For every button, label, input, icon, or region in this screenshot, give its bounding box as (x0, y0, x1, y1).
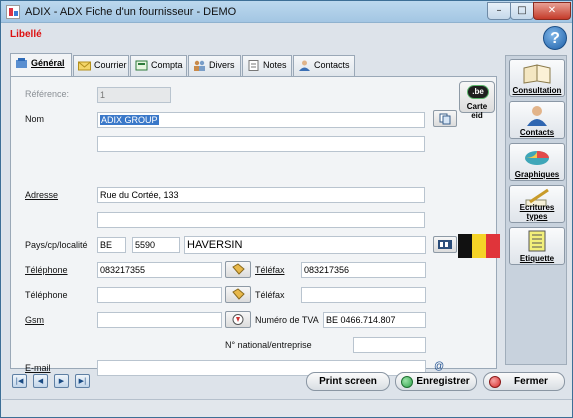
nom-field[interactable]: ADIX GROUP (97, 112, 425, 128)
close-status-icon (489, 376, 501, 388)
help-icon[interactable]: ? (543, 26, 567, 50)
status-bar (2, 399, 572, 417)
window-title: ADIX - ADX Fiche d'un fournisseur - DEMO (25, 6, 237, 18)
general-icon (16, 58, 27, 68)
application-window: ADIX - ADX Fiche d'un fournisseur - DEMO… (0, 0, 573, 418)
label-sheet-icon (528, 230, 546, 252)
pie-chart-icon (525, 151, 549, 165)
copy-icon (439, 113, 451, 125)
maximize-button[interactable]: □ (510, 2, 534, 20)
sidebar-item-label: Contacts (519, 128, 555, 137)
call-telephone2-button[interactable] (225, 286, 251, 303)
tab-divers[interactable]: Divers (188, 55, 241, 76)
person-icon (527, 106, 547, 126)
save-button-label: Enregistrer (416, 376, 470, 387)
general-panel: Référence: 1 Nom ADIX GROUP .be Carte ei… (10, 76, 500, 376)
contacts-icon (299, 60, 310, 71)
sidebar-item-label: Ecritures types (519, 203, 555, 221)
sidebar-item-label: Consultation (512, 86, 562, 95)
notes-icon (248, 60, 259, 71)
first-record-button[interactable]: |◀ (12, 374, 27, 388)
telefax2-label: Téléfax (255, 290, 285, 300)
sidebar-item-etiquette[interactable]: Etiquette (509, 227, 565, 265)
tab-contacts[interactable]: Contacts (293, 55, 355, 76)
sidebar-item-consultation[interactable]: Consultation (509, 59, 565, 97)
tab-label: Notes (263, 60, 287, 70)
print-screen-button[interactable]: Print screen (306, 372, 390, 391)
nom2-field[interactable] (97, 136, 425, 152)
close-button[interactable]: Fermer (483, 372, 565, 391)
phone-icon (232, 263, 245, 275)
copy-nom-button[interactable] (433, 110, 457, 127)
envelope-icon (78, 61, 91, 71)
tab-compta[interactable]: Compta (130, 55, 187, 76)
tab-general[interactable]: Général (10, 53, 72, 76)
pays-cp-localite-label: Pays/cp/localité (25, 240, 88, 250)
phone-icon (232, 288, 245, 300)
window-content: Libellé ? Général Courrier Compta Divers (2, 23, 572, 417)
footer-toolbar: |◀ ◀ ▶ ▶| Print screen Enregistrer Ferme… (2, 369, 572, 393)
previous-record-button[interactable]: ◀ (33, 374, 48, 388)
localite-field[interactable]: HAVERSIN (184, 236, 426, 254)
sidebar-item-label: Etiquette (519, 254, 555, 263)
tab-courrier[interactable]: Courrier (73, 55, 129, 76)
telephone2-label: Téléphone (25, 290, 68, 300)
sidebar-item-graphiques[interactable]: Graphiques (509, 143, 565, 181)
book-icon (523, 64, 551, 84)
telefax1-field[interactable]: 083217356 (301, 262, 426, 278)
tab-label: Courrier (94, 60, 127, 70)
telephone1-label: Téléphone (25, 265, 68, 275)
title-bar[interactable]: ADIX - ADX Fiche d'un fournisseur - DEMO… (1, 1, 572, 23)
tab-notes[interactable]: Notes (242, 55, 292, 76)
sidebar-item-ecritures-types[interactable]: Ecritures types (509, 185, 565, 223)
accounting-icon (135, 60, 148, 71)
nom-value: ADIX GROUP (100, 115, 159, 125)
tab-label: Divers (209, 60, 235, 70)
tab-label: Contacts (314, 60, 350, 70)
adix-app-icon (6, 5, 20, 19)
gsm-field[interactable] (97, 312, 222, 328)
telephone2-field[interactable] (97, 287, 222, 303)
map-lookup-icon (438, 240, 452, 249)
libelle-heading: Libellé (10, 29, 42, 40)
adresse2-field[interactable] (97, 212, 425, 228)
nom-label: Nom (25, 114, 45, 124)
close-window-button[interactable]: ✕ (533, 2, 571, 20)
close-button-label: Fermer (514, 376, 548, 387)
tab-label: Compta (151, 60, 183, 70)
right-sidebar: Consultation Contacts Graphiques Ecritur… (505, 55, 567, 365)
pays-field[interactable]: BE (97, 237, 126, 253)
call-telephone1-button[interactable] (225, 261, 251, 278)
call-gsm-button[interactable] (225, 311, 251, 328)
tab-label: Général (31, 58, 65, 68)
localite-lookup-button[interactable] (433, 236, 457, 253)
mobile-phone-icon (232, 314, 244, 325)
last-record-button[interactable]: ▶| (75, 374, 90, 388)
eid-card-icon: .be (467, 85, 489, 99)
minimize-button[interactable]: – (487, 2, 511, 20)
reference-label: Référence: (25, 89, 70, 99)
tva-label: Numéro de TVA (255, 315, 319, 325)
telefax2-field[interactable] (301, 287, 426, 303)
gsm-label: Gsm (25, 315, 44, 325)
telefax1-label: Téléfax (255, 265, 285, 275)
people-icon (194, 60, 205, 71)
telephone1-field[interactable]: 083217355 (97, 262, 222, 278)
adresse-label: Adresse (25, 190, 59, 200)
sidebar-item-label: Graphiques (514, 170, 560, 179)
national-entreprise-field[interactable] (353, 337, 426, 353)
cp-field[interactable]: 5590 (132, 237, 180, 253)
tva-field[interactable]: BE 0466.714.807 (323, 312, 426, 328)
save-status-icon (401, 376, 413, 388)
carte-eid-label: Carte eid (466, 102, 488, 120)
national-entreprise-label: N° national/entreprise (225, 340, 312, 350)
adresse-field[interactable]: Rue du Cortée, 133 (97, 187, 425, 203)
next-record-button[interactable]: ▶ (54, 374, 69, 388)
reference-field: 1 (97, 87, 171, 103)
belgian-flag-icon (458, 234, 500, 258)
sidebar-item-contacts[interactable]: Contacts (509, 101, 565, 139)
save-button[interactable]: Enregistrer (395, 372, 477, 391)
carte-eid-button[interactable]: .be Carte eid (459, 81, 495, 120)
